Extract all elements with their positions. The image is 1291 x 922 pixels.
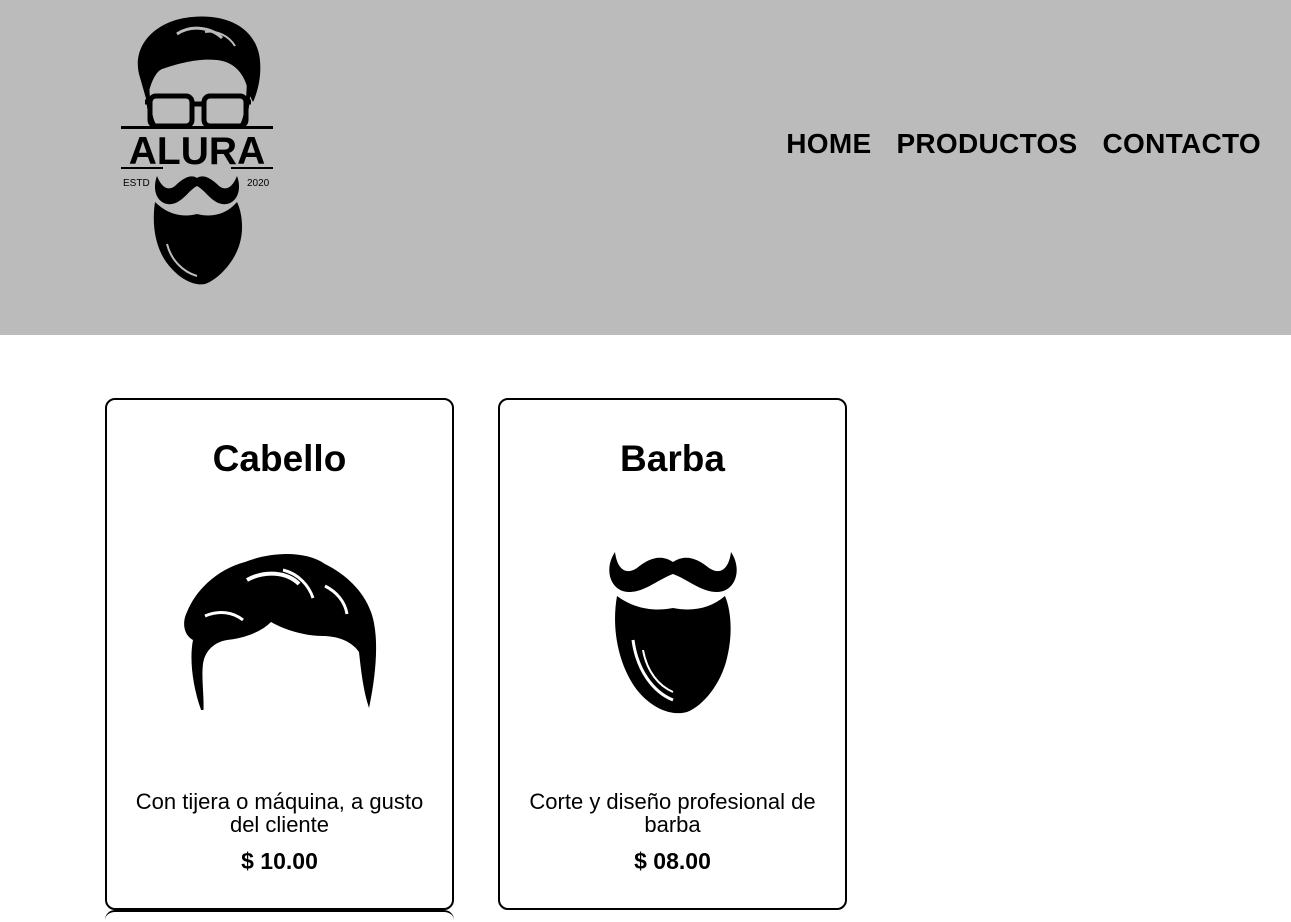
- product-card-partial: [105, 910, 454, 922]
- bearded-man-logo-icon: ALURA ESTD 2020: [121, 16, 273, 285]
- site-header: ALURA ESTD 2020 HOME PRODUCTOS CONTACTO: [0, 0, 1291, 335]
- product-image: [500, 540, 845, 730]
- product-title: Barba: [620, 438, 725, 479]
- product-price: $ 08.00: [634, 848, 711, 874]
- beard-icon: [608, 552, 737, 714]
- product-title: Cabello: [212, 438, 347, 479]
- alura-logo[interactable]: ALURA ESTD 2020: [117, 14, 277, 289]
- nav-link-home[interactable]: HOME: [786, 128, 871, 159]
- logo-year-text: 2020: [247, 178, 270, 189]
- product-card-cabello[interactable]: Cabello Con tijera o máquina, a gusto de…: [105, 398, 454, 910]
- hair-icon: [183, 554, 376, 710]
- nav-link-contacto[interactable]: CONTACTO: [1103, 128, 1261, 159]
- product-card-barba[interactable]: Barba Corte y diseño profesional de barb…: [498, 398, 847, 910]
- product-price: $ 10.00: [241, 848, 318, 874]
- product-description: Con tijera o máquina, a gusto del client…: [135, 789, 424, 837]
- logo-est-text: ESTD: [123, 178, 150, 189]
- product-description: Corte y diseño profesional de barba: [529, 789, 816, 837]
- logo-brand-text: ALURA: [129, 130, 265, 173]
- product-image: [107, 540, 452, 730]
- nav-link-productos[interactable]: PRODUCTOS: [896, 128, 1077, 159]
